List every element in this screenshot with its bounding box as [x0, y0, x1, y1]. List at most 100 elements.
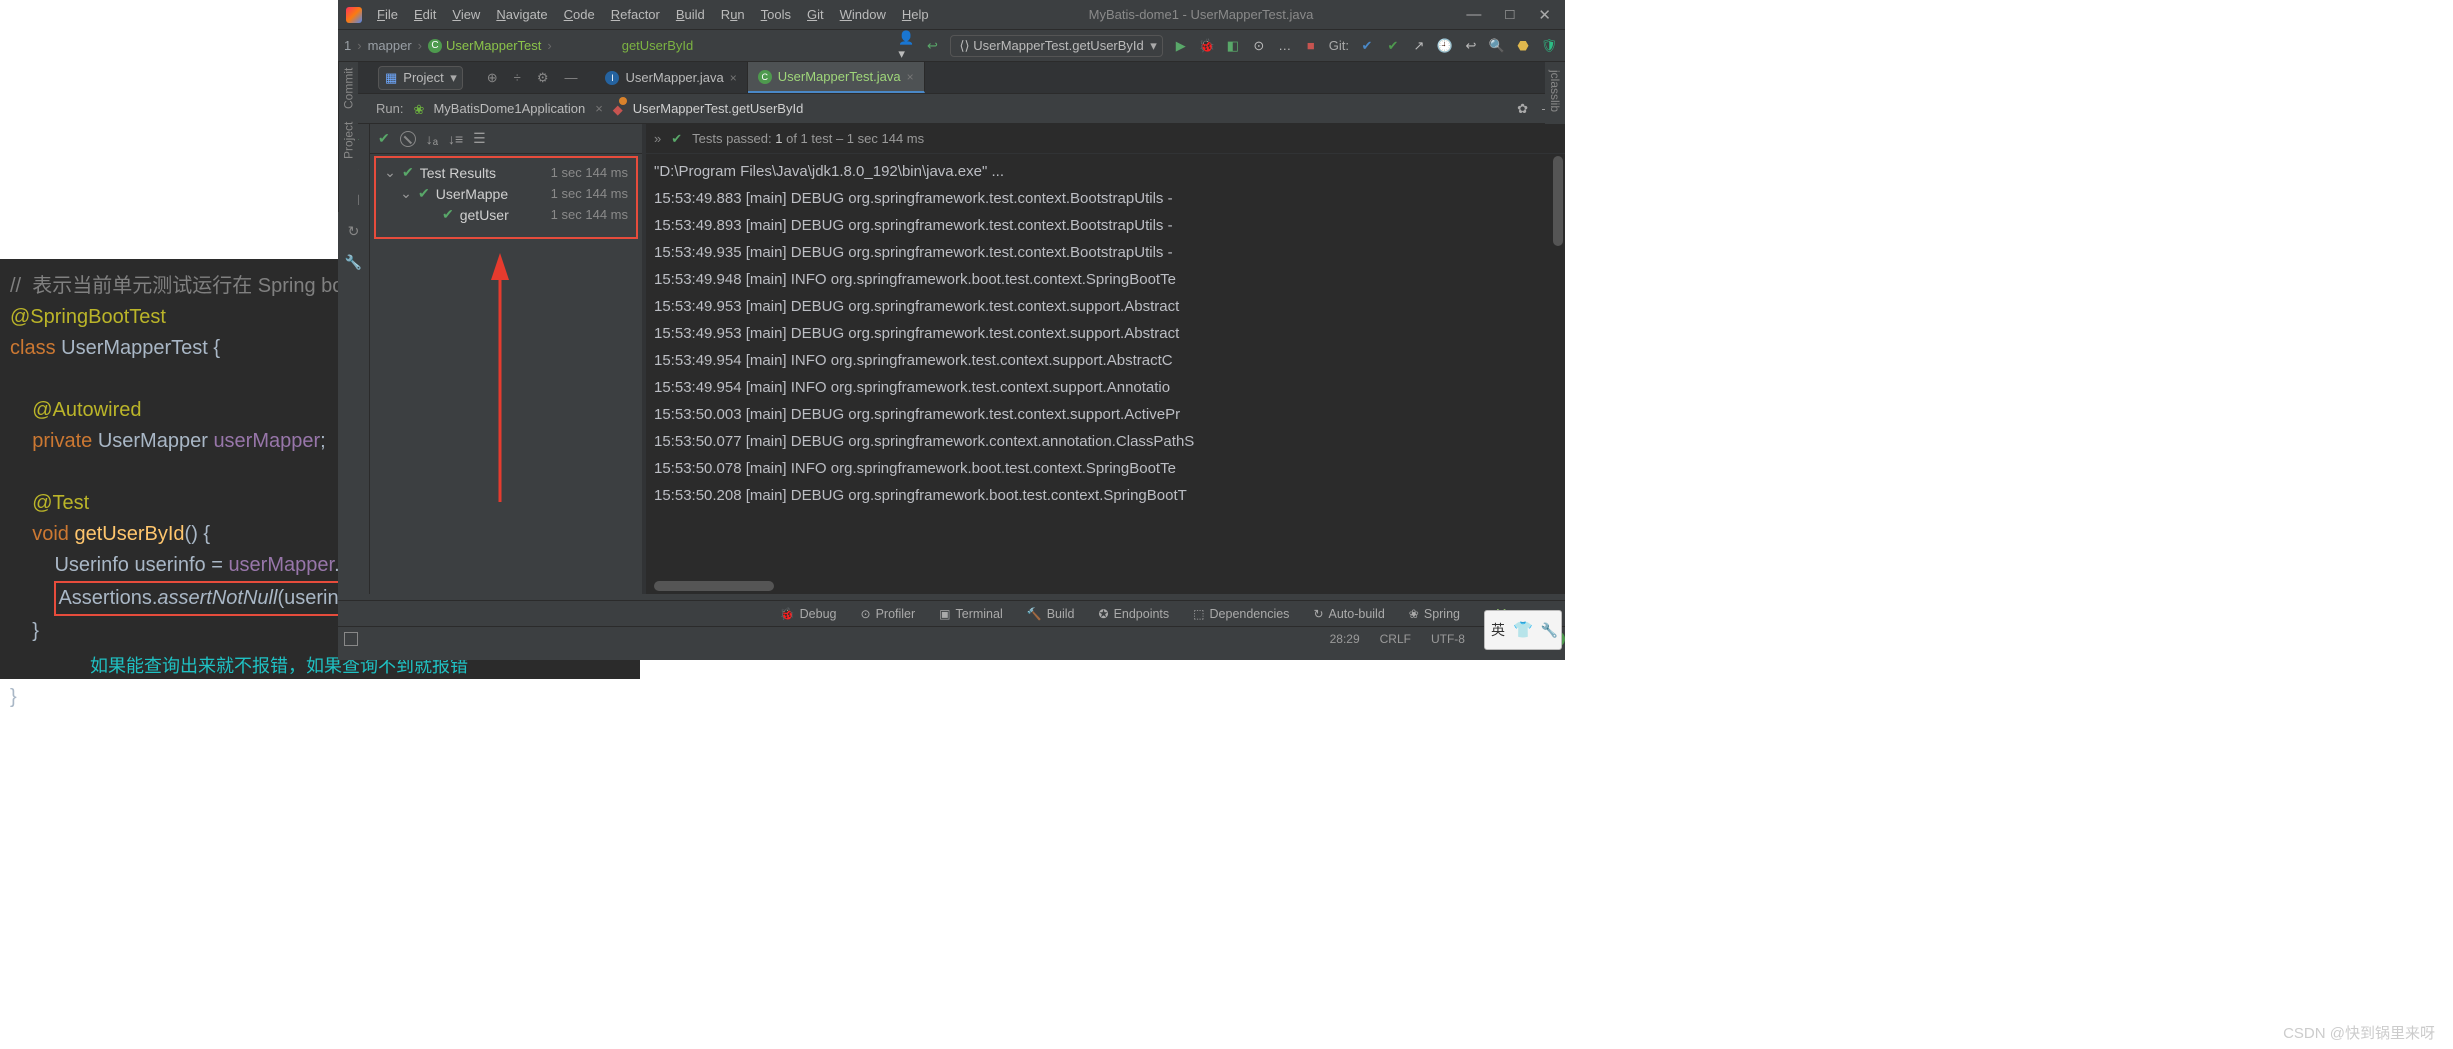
menu-code[interactable]: Code: [557, 3, 602, 26]
menu-git[interactable]: Git: [800, 3, 831, 26]
bug-icon: 🐞: [780, 607, 795, 621]
back-icon[interactable]: ↩: [924, 38, 940, 54]
sort2-icon[interactable]: ↓≡: [448, 131, 463, 147]
layout-icon[interactable]: ↻: [348, 223, 360, 240]
project-view-select[interactable]: Project: [378, 66, 463, 90]
history-icon[interactable]: »: [654, 125, 661, 152]
console-line: 15:53:49.954 [main] INFO org.springframe…: [654, 347, 1557, 374]
settings-icon[interactable]: 🔧: [345, 254, 362, 271]
locate-icon[interactable]: ⊕: [487, 70, 498, 86]
toolbar: 👤▾ ↩ ⟨⟩ UserMapperTest.getUserById ▶ 🐞 ◧…: [898, 35, 1565, 57]
git-commit-icon[interactable]: ✔: [1385, 38, 1401, 54]
profiler-icon: ⊙: [861, 607, 871, 621]
ime-indicator[interactable]: 英 👕 🔧: [1484, 610, 1562, 650]
coverage-button[interactable]: ◧: [1225, 38, 1241, 54]
project-tool-buttons: ⊕ ÷ ⚙ —: [487, 70, 578, 86]
ide-updates-icon[interactable]: ⬣: [1515, 38, 1531, 54]
tool-dependencies[interactable]: ⬚Dependencies: [1181, 607, 1301, 621]
console-line: 15:53:50.077 [main] DEBUG org.springfram…: [654, 428, 1557, 455]
test-row-method[interactable]: ✔getUser 1 sec 144 ms: [380, 204, 632, 225]
search-icon[interactable]: 🔍: [1489, 38, 1505, 54]
test-row-class[interactable]: ⌄✔UserMappe 1 sec 144 ms: [380, 183, 632, 204]
attach-button[interactable]: …: [1277, 38, 1293, 54]
console-line: 15:53:49.953 [main] DEBUG org.springfram…: [654, 320, 1557, 347]
show-passed-icon[interactable]: ✔: [378, 130, 390, 147]
scroll-thumb[interactable]: [654, 581, 774, 591]
git-label: Git:: [1329, 38, 1349, 53]
horizontal-scrollbar[interactable]: [654, 581, 1545, 591]
console-output[interactable]: "D:\Program Files\Java\jdk1.8.0_192\bin\…: [646, 154, 1565, 513]
tool-debug[interactable]: 🐞Debug: [768, 607, 849, 621]
menu-build[interactable]: Build: [669, 3, 712, 26]
run-config-test[interactable]: ◆ UserMapperTest.getUserById: [613, 101, 804, 116]
toolwindow-toggle[interactable]: [344, 632, 358, 646]
autobuild-icon: ↻: [1313, 607, 1323, 621]
encoding[interactable]: UTF-8: [1421, 632, 1475, 646]
tool-autobuild[interactable]: ↻Auto-build: [1301, 607, 1396, 621]
git-history-icon[interactable]: 🕘: [1437, 38, 1453, 54]
expand-icon[interactable]: ÷: [514, 70, 521, 86]
check-icon: ✔: [671, 125, 682, 152]
tab-usermapper[interactable]: I UserMapper.java ×: [595, 62, 747, 93]
run-config-spring[interactable]: ❀ MyBatisDome1Application ×: [413, 101, 602, 116]
console-line: 15:53:49.948 [main] INFO org.springframe…: [654, 266, 1557, 293]
line-separator[interactable]: CRLF: [1370, 632, 1421, 646]
hide-icon[interactable]: —: [564, 70, 577, 86]
gear-icon[interactable]: ✿: [1517, 101, 1528, 117]
endpoints-icon: ✪: [1099, 607, 1109, 621]
menu-file[interactable]: File: [370, 3, 405, 26]
vertical-scrollbar[interactable]: [1553, 156, 1563, 246]
titlebar: File Edit View Navigate Code Refactor Bu…: [338, 0, 1565, 30]
menu-window[interactable]: Window: [833, 3, 893, 26]
run-config-select[interactable]: ⟨⟩ UserMapperTest.getUserById: [950, 35, 1162, 57]
crumb-mapper[interactable]: mapper: [368, 38, 412, 53]
tab-usermappertest[interactable]: C UserMapperTest.java ×: [748, 62, 925, 93]
test-row-root[interactable]: ⌄✔Test Results 1 sec 144 ms: [380, 162, 632, 183]
close-tab-icon[interactable]: ×: [907, 70, 914, 84]
git-push-icon[interactable]: ↗: [1411, 38, 1427, 54]
menu-edit[interactable]: Edit: [407, 3, 443, 26]
crumb-method[interactable]: getUserById: [622, 38, 694, 53]
close-tab-icon[interactable]: ×: [730, 71, 737, 85]
console-line: 15:53:49.893 [main] DEBUG org.springfram…: [654, 212, 1557, 239]
menu-run[interactable]: Run: [714, 3, 752, 26]
close-button[interactable]: ✕: [1538, 6, 1551, 24]
tool-profiler[interactable]: ⊙Profiler: [849, 607, 928, 621]
stop-button[interactable]: ■: [1303, 38, 1319, 54]
console-line: 15:53:49.883 [main] DEBUG org.springfram…: [654, 185, 1557, 212]
tool-build[interactable]: 🔨Build: [1015, 607, 1087, 621]
menu-view[interactable]: View: [445, 3, 487, 26]
git-rollback-icon[interactable]: ↩: [1463, 38, 1479, 54]
console-line: 15:53:50.208 [main] DEBUG org.springfram…: [654, 482, 1557, 509]
close-config-icon[interactable]: ×: [595, 101, 603, 116]
run-button[interactable]: ▶: [1173, 38, 1189, 54]
menu-refactor[interactable]: Refactor: [604, 3, 667, 26]
gear-icon[interactable]: ⚙: [537, 70, 549, 86]
tool-endpoints[interactable]: ✪Endpoints: [1087, 607, 1182, 621]
minimize-button[interactable]: —: [1466, 6, 1481, 24]
collapse-icon[interactable]: ☰: [473, 130, 486, 147]
menu-help[interactable]: Help: [895, 3, 936, 26]
maximize-button[interactable]: □: [1505, 6, 1514, 24]
editor-tabs: I UserMapper.java × C UserMapperTest.jav…: [595, 62, 924, 93]
user-icon[interactable]: 👤▾: [898, 38, 914, 54]
tool-spring[interactable]: ❀Spring: [1397, 607, 1472, 621]
side-jclasslib[interactable]: jclasslib: [1548, 70, 1562, 112]
side-project[interactable]: Project: [342, 121, 356, 158]
menu-navigate[interactable]: Navigate: [489, 3, 554, 26]
shield-icon[interactable]: 🛡: [1541, 38, 1557, 54]
sort-icon[interactable]: ↓ₐ: [426, 131, 438, 147]
main-menu: File Edit View Navigate Code Refactor Bu…: [370, 3, 936, 26]
profile-button[interactable]: ⊙: [1251, 38, 1267, 54]
menu-tools[interactable]: Tools: [754, 3, 798, 26]
crumb-class[interactable]: CUserMapperTest: [428, 38, 541, 53]
git-update-icon[interactable]: ✔: [1359, 38, 1375, 54]
check-icon: ✔: [442, 206, 454, 223]
status-bar: 28:29 CRLF UTF-8 4 spaces 2: [338, 626, 1565, 650]
debug-button[interactable]: 🐞: [1199, 38, 1215, 54]
crumb-seg1[interactable]: 1: [344, 38, 351, 53]
caret-position[interactable]: 28:29: [1320, 632, 1370, 646]
show-ignored-icon[interactable]: [400, 131, 416, 147]
tool-terminal[interactable]: ▣Terminal: [927, 607, 1015, 621]
side-commit[interactable]: Commit: [342, 68, 356, 109]
